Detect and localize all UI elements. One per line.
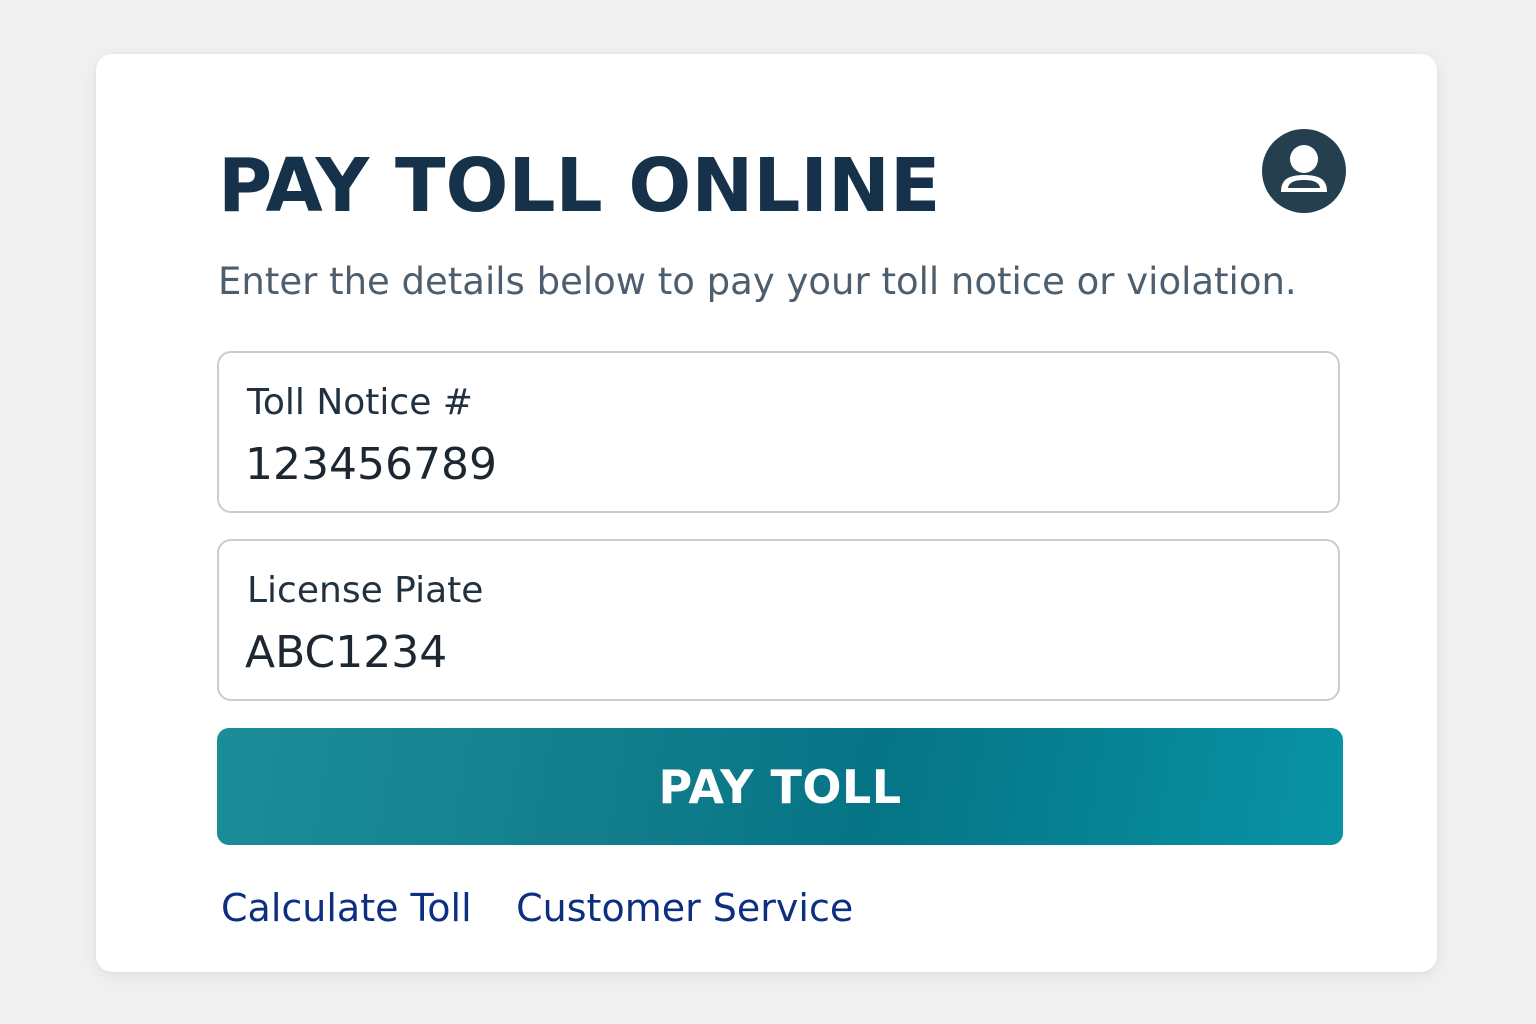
page-subtitle: Enter the details below to pay your toll… xyxy=(218,260,1297,303)
license-plate-input[interactable] xyxy=(245,625,1305,681)
toll-notice-input[interactable] xyxy=(245,437,1305,493)
calculate-toll-link[interactable]: Calculate Toll xyxy=(221,886,472,930)
toll-notice-label: Toll Notice # xyxy=(247,382,473,423)
footer-links: Calculate Toll Customer Service xyxy=(221,884,893,932)
user-profile-icon[interactable] xyxy=(1262,129,1346,213)
toll-notice-field[interactable]: Toll Notice # xyxy=(217,351,1340,513)
license-plate-field[interactable]: License Piate xyxy=(217,539,1340,701)
customer-service-link[interactable]: Customer Service xyxy=(516,886,853,930)
page-title: PAY TOLL ONLINE xyxy=(218,143,941,229)
pay-toll-button[interactable]: PAY TOLL xyxy=(217,728,1343,845)
pay-toll-card: PAY TOLL ONLINE Enter the details below … xyxy=(96,54,1437,972)
license-plate-label: License Piate xyxy=(247,570,484,611)
